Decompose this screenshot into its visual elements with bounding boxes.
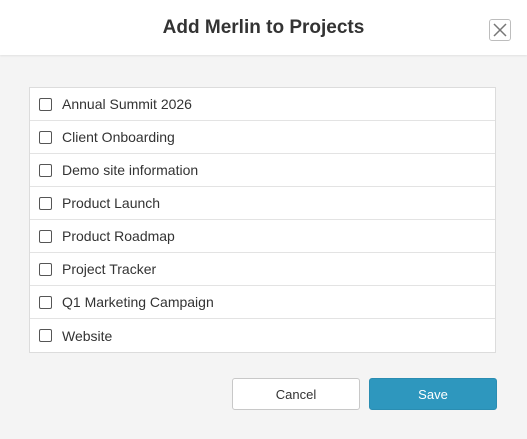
list-item[interactable]: Q1 Marketing Campaign — [30, 286, 495, 319]
project-label: Annual Summit 2026 — [62, 96, 192, 112]
project-checkbox[interactable] — [39, 163, 52, 177]
list-item[interactable]: Website — [30, 319, 495, 352]
dialog-title: Add Merlin to Projects — [162, 17, 365, 38]
list-item[interactable]: Project Tracker — [30, 253, 495, 286]
project-checkbox[interactable] — [39, 130, 52, 144]
list-item[interactable]: Product Launch — [30, 187, 495, 220]
close-button[interactable] — [489, 19, 511, 41]
project-checkbox[interactable] — [39, 295, 52, 309]
list-item[interactable]: Annual Summit 2026 — [30, 88, 495, 121]
project-label: Project Tracker — [62, 261, 157, 277]
list-item[interactable]: Client Onboarding — [30, 121, 495, 154]
project-checkbox[interactable] — [39, 262, 52, 276]
project-checkbox[interactable] — [39, 196, 52, 210]
project-label: Demo site information — [62, 162, 199, 178]
project-checkbox[interactable] — [39, 229, 52, 243]
list-item[interactable]: Demo site information — [30, 154, 495, 187]
project-label: Website — [62, 327, 113, 344]
dialog-header: Add Merlin to Projects — [0, 0, 527, 55]
project-label: Client Onboarding — [62, 129, 175, 145]
add-to-projects-dialog: Add Merlin to Projects Annual Summit 202… — [0, 0, 527, 439]
save-button[interactable]: Save — [369, 378, 497, 410]
project-label: Product Roadmap — [62, 228, 175, 244]
project-list: Annual Summit 2026 Client Onboarding Dem… — [29, 87, 496, 353]
list-item[interactable]: Product Roadmap — [30, 220, 495, 253]
project-label: Product Launch — [62, 195, 161, 211]
project-checkbox[interactable] — [39, 97, 52, 111]
cancel-button[interactable]: Cancel — [232, 378, 360, 410]
project-label: Q1 Marketing Campaign — [62, 294, 214, 310]
project-checkbox[interactable] — [39, 329, 52, 342]
close-icon — [493, 23, 507, 37]
